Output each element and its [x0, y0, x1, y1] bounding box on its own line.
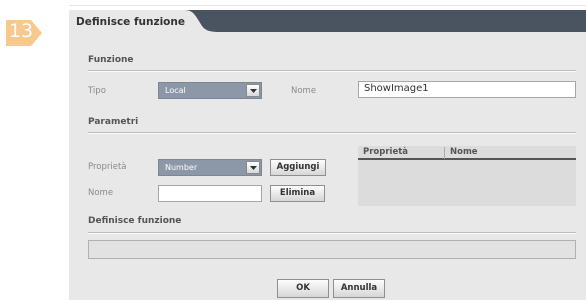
dialog-titlebar: Definisce funzione [69, 10, 586, 38]
nome-function-label: Nome [291, 86, 317, 96]
step-badge: 13 [6, 18, 44, 48]
column-header-nome[interactable]: Nome [450, 147, 478, 157]
column-separator [444, 147, 445, 159]
chevron-down-icon[interactable] [246, 161, 260, 174]
ok-button[interactable]: OK [277, 279, 329, 298]
function-name-value: ShowImage1 [364, 83, 429, 94]
function-definition-field[interactable] [88, 240, 576, 259]
parameters-table[interactable]: Proprietà Nome [358, 146, 576, 206]
section-definisce-title: Definisce funzione [88, 216, 182, 226]
section-parametri-title: Parametri [88, 117, 139, 127]
tipo-dropdown-value: Local [165, 86, 186, 95]
proprieta-dropdown[interactable]: Number [158, 159, 262, 176]
section-definisce-divider [88, 232, 576, 234]
tipo-label: Tipo [88, 86, 106, 96]
top-divider [69, 5, 586, 6]
parameter-nome-label: Nome [88, 188, 114, 198]
define-function-dialog: Definisce funzione Funzione Tipo Local N… [69, 10, 586, 300]
delete-parameter-button[interactable]: Elimina [270, 185, 325, 202]
section-parametri-divider [88, 132, 576, 134]
tipo-dropdown[interactable]: Local [158, 82, 262, 99]
function-name-input[interactable]: ShowImage1 [358, 81, 576, 98]
proprieta-dropdown-value: Number [165, 163, 198, 172]
parameters-table-header: Proprietà Nome [358, 146, 576, 160]
section-funzione-title: Funzione [88, 55, 134, 65]
proprieta-label: Proprietà [88, 162, 127, 172]
dialog-title: Definisce funzione [76, 16, 185, 28]
chevron-down-icon[interactable] [246, 84, 260, 97]
parameter-name-input[interactable] [158, 185, 262, 202]
step-number: 13 [8, 20, 34, 42]
column-header-proprieta[interactable]: Proprietà [363, 147, 408, 157]
add-parameter-button[interactable]: Aggiungi [270, 159, 326, 176]
cancel-button[interactable]: Annulla [333, 279, 385, 298]
section-funzione-divider [88, 70, 576, 72]
